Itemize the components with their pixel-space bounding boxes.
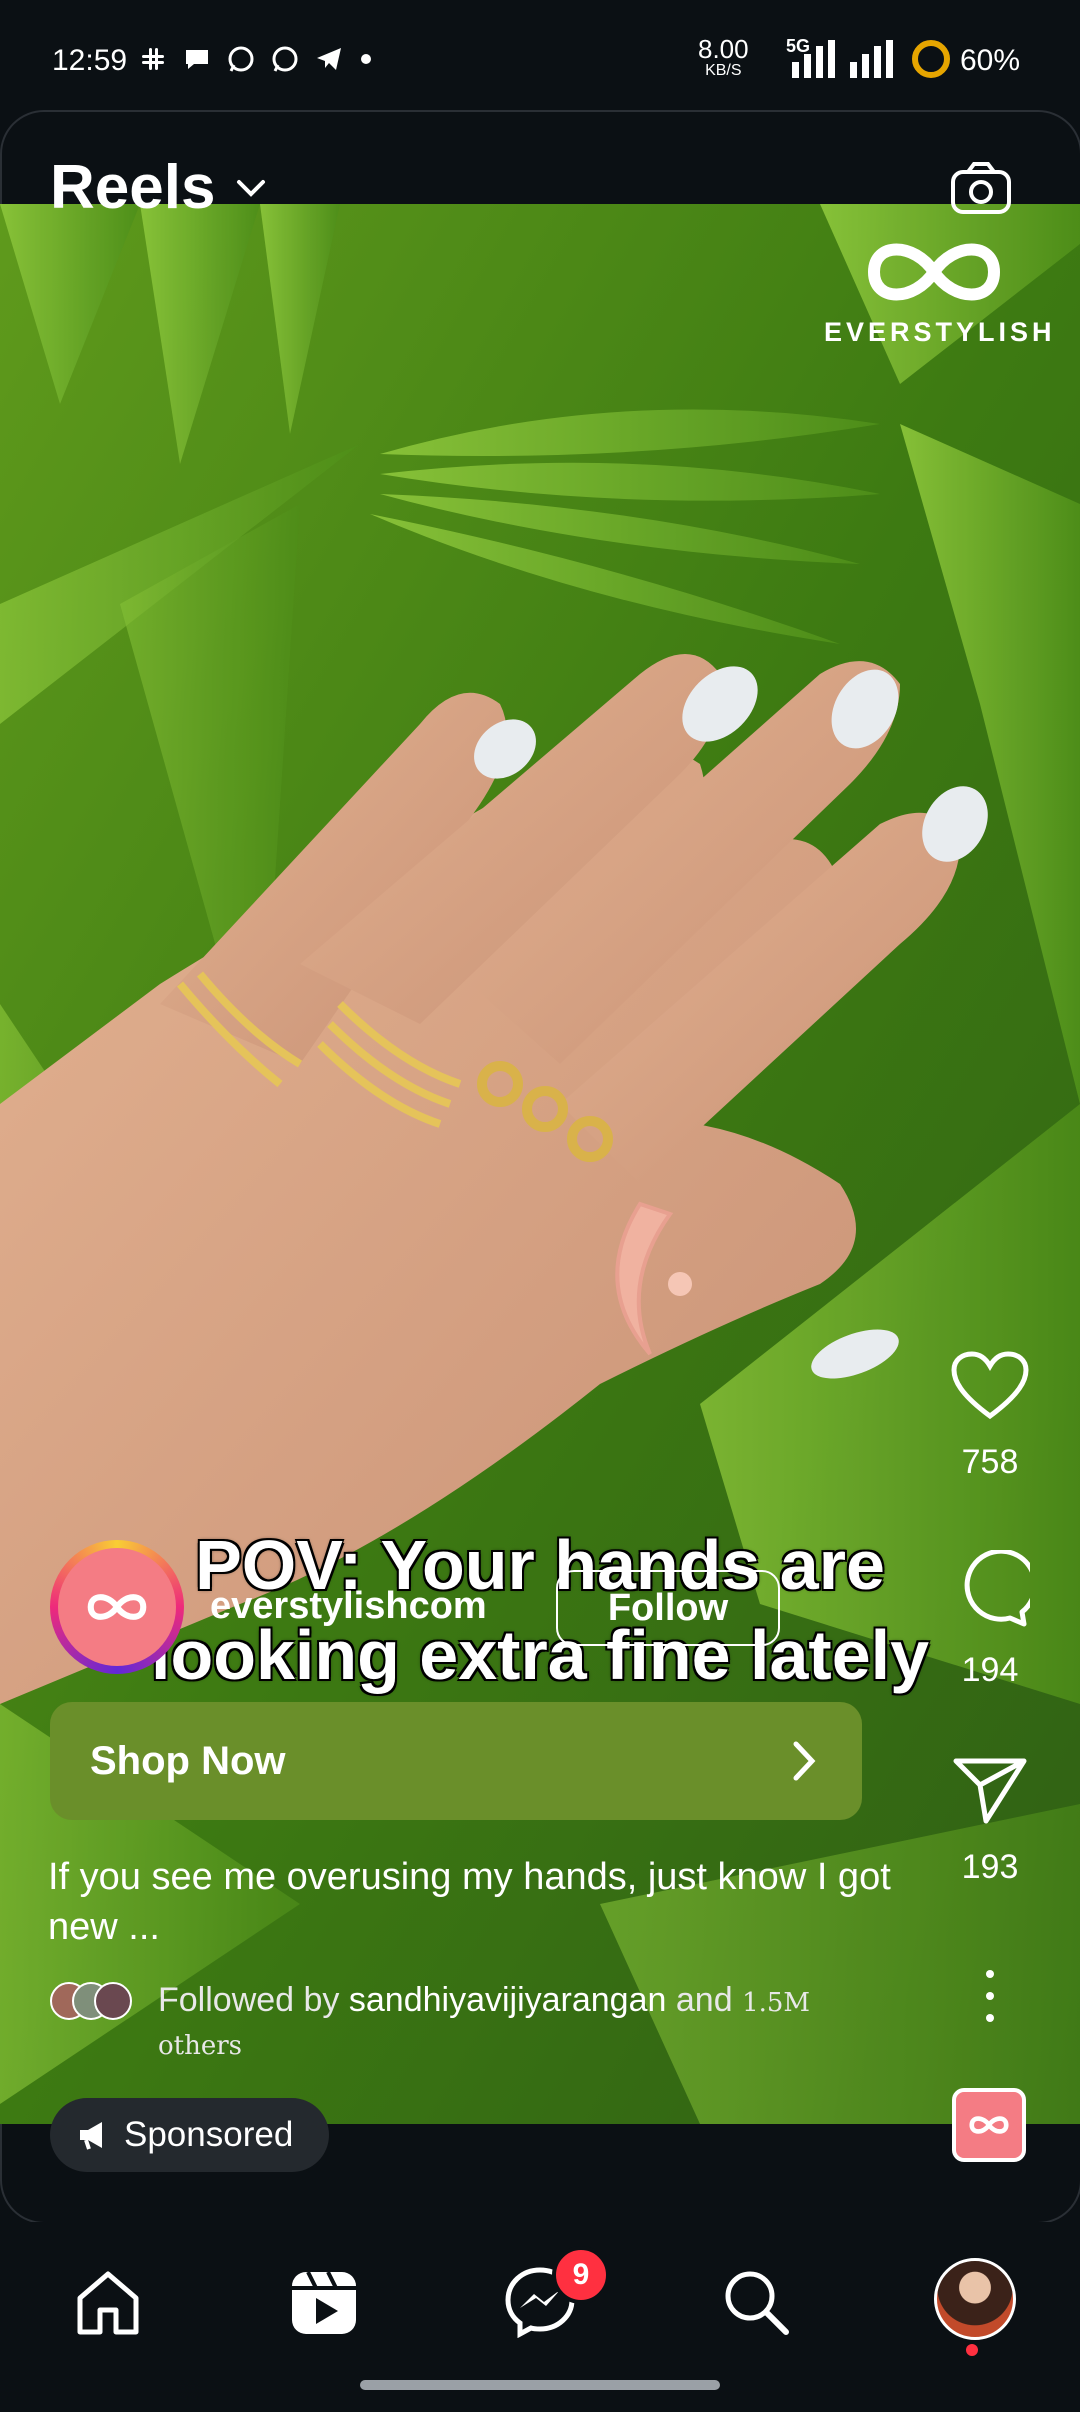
page-title: Reels bbox=[50, 153, 216, 222]
network-speed-unit: KB/S bbox=[705, 62, 742, 79]
infinity-logo-icon bbox=[87, 1594, 147, 1620]
author-avatar[interactable] bbox=[50, 1540, 184, 1674]
notification-icons bbox=[138, 44, 374, 74]
bottom-navigation: 9 bbox=[0, 2222, 1080, 2412]
video-frame-illustration bbox=[0, 204, 1080, 2124]
status-bar: 12:59 8.00 KB/S 5G 60% bbox=[0, 0, 1080, 110]
sponsored-badge[interactable]: Sponsored bbox=[50, 2098, 330, 2172]
infinity-logo-icon bbox=[969, 2116, 1009, 2134]
followed-by-count: 1.5M bbox=[742, 1988, 811, 2018]
like-action[interactable]: 758 bbox=[940, 1350, 1040, 1482]
reels-icon bbox=[292, 2271, 356, 2334]
camera-icon[interactable] bbox=[950, 160, 1012, 216]
follow-button[interactable]: Follow bbox=[556, 1570, 780, 1646]
reel-video[interactable] bbox=[0, 204, 1080, 2124]
nav-reels[interactable] bbox=[284, 2262, 364, 2342]
profile-notification-dot bbox=[966, 2344, 978, 2356]
followed-by-prefix: Followed by bbox=[158, 1981, 340, 2019]
sponsored-label: Sponsored bbox=[124, 2115, 294, 2154]
nav-home[interactable] bbox=[68, 2262, 148, 2342]
like-count: 758 bbox=[961, 1443, 1019, 1481]
whatsapp-icon bbox=[272, 46, 298, 72]
megaphone-icon bbox=[80, 2122, 102, 2150]
follower-avatar bbox=[94, 1982, 132, 2020]
search-icon bbox=[725, 2271, 789, 2335]
comment-count: 194 bbox=[961, 1651, 1019, 1689]
brand-watermark: EVERSTYLISH bbox=[824, 232, 1056, 348]
share-count: 193 bbox=[961, 1848, 1019, 1886]
followed-by-name: sandhiyavijiyarangan bbox=[348, 1981, 667, 2019]
signal-icon bbox=[850, 40, 893, 78]
home-icon bbox=[77, 2271, 139, 2335]
author-avatar-image bbox=[58, 1548, 176, 1666]
heart-icon bbox=[951, 1351, 1029, 1420]
chevron-right-icon bbox=[793, 1741, 816, 1781]
comment-icon bbox=[964, 1548, 1038, 1627]
network-speed: 8.00 KB/S bbox=[698, 36, 749, 82]
audio-thumbnail[interactable] bbox=[952, 2088, 1026, 2162]
whatsapp-icon bbox=[228, 46, 254, 72]
more-options-icon[interactable] bbox=[980, 1970, 1000, 2036]
nav-profile-avatar[interactable] bbox=[934, 2258, 1016, 2340]
send-icon bbox=[953, 1758, 1027, 1824]
shop-now-button[interactable]: Shop Now bbox=[50, 1702, 862, 1820]
post-description[interactable]: If you see me overusing my hands, just k… bbox=[48, 1852, 928, 1952]
author-username[interactable]: everstylishcom bbox=[210, 1585, 487, 1628]
infinity-logo-icon bbox=[867, 243, 1001, 301]
followed-by-text: Followed by sandhiyavijiyarangan and 1.5… bbox=[158, 1980, 810, 2066]
followed-by-avatars bbox=[50, 1982, 140, 2022]
messenger-badge: 9 bbox=[552, 2246, 610, 2304]
signal-icon bbox=[792, 40, 835, 78]
followed-by-suffix: others bbox=[158, 2031, 243, 2061]
chat-icon bbox=[186, 50, 208, 69]
chevron-down-icon bbox=[237, 179, 266, 197]
brand-name: EVERSTYLISH bbox=[824, 317, 1056, 347]
slack-icon bbox=[142, 48, 164, 70]
battery-icon bbox=[912, 40, 950, 78]
nav-search[interactable] bbox=[716, 2262, 796, 2342]
telegram-icon bbox=[317, 48, 341, 70]
battery-percent: 60% bbox=[960, 44, 1021, 77]
home-indicator[interactable] bbox=[360, 2380, 720, 2390]
reels-header[interactable]: Reels bbox=[50, 152, 269, 223]
status-time: 12:59 bbox=[52, 44, 128, 77]
followed-by-row[interactable]: Followed by sandhiyavijiyarangan and 1.5… bbox=[50, 1980, 930, 2061]
comment-action[interactable]: 194 bbox=[940, 1548, 1040, 1690]
shop-now-label: Shop Now bbox=[90, 1738, 286, 1783]
share-action[interactable]: 193 bbox=[940, 1755, 1040, 1887]
dot-icon bbox=[361, 54, 371, 64]
followed-by-and: and bbox=[675, 1981, 733, 2019]
